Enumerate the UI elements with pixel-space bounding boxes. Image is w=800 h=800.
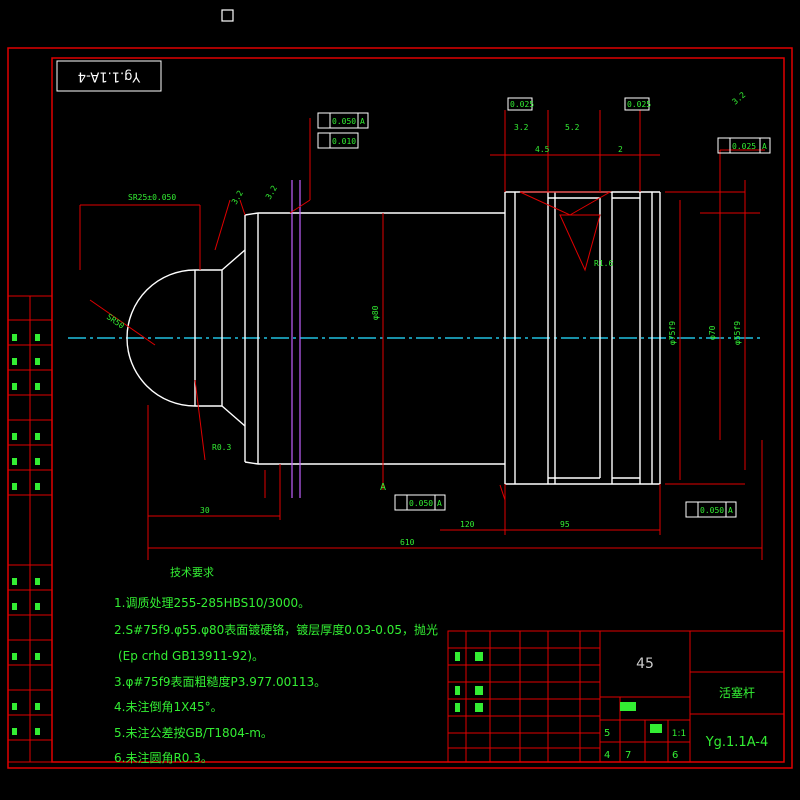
tech-line-1: 1.调质处理255-285HBS10/3000。 (114, 596, 310, 610)
title-block-marks (455, 652, 662, 733)
dim-right-dia-2: φ70 (708, 325, 717, 340)
tech-requirements-title: 技术要求 (170, 566, 214, 579)
corner-marker (221, 9, 234, 22)
rotated-code: Yg.1.1A-4 (78, 69, 142, 84)
gdt-frames (317, 97, 771, 518)
dim-overall-length: 610 (400, 538, 415, 547)
dim-chamfer: R0.3 (212, 443, 231, 452)
dim-groove-w1: 3.2 (514, 123, 529, 132)
dim-roughness-global: 3.2 (731, 90, 748, 106)
rotated-code-box: Yg.1.1A-4 (56, 60, 162, 92)
dimension-texts: SR25±0.050 SR50 610 30 95 120 φ80 R0.3 R… (105, 90, 748, 547)
left-side-table (7, 295, 53, 763)
fcf5-ref: A (762, 142, 767, 151)
dim-right-len: 120 (460, 520, 475, 529)
dim-roughness-1: 3.2 (230, 189, 245, 206)
datum-a: A (380, 482, 386, 493)
material: 45 (636, 656, 654, 672)
title-cell-total: 6 (672, 750, 678, 761)
dim-groove-b: 2 (618, 145, 623, 154)
cad-drawing: Yg.1.1A-4 0.050 A 0.010 0.050 A 0.050 A … (7, 9, 793, 769)
tech-line-3: (Ep crhd GB13911-92)。 (118, 649, 264, 663)
dimension-lines (79, 110, 765, 560)
title-cell-count: 5 (604, 728, 610, 739)
fcf5-value: 0.025 (732, 142, 756, 151)
fcf2-value: 0.010 (332, 137, 356, 146)
top-gdt-1: 0.025 (510, 100, 534, 109)
tech-line-7: 6.未注圆角R0.3。 (114, 750, 213, 765)
dim-sphere-radius: SR50 (105, 312, 126, 331)
title-cell-sheet: 4 (604, 750, 610, 761)
dim-groove-a: 4.5 (535, 145, 550, 154)
dim-shoulder: 30 (200, 506, 210, 515)
dim-end-chamfer: R1.6 (594, 259, 613, 268)
tech-requirements: 技术要求 1.调质处理255-285HBS10/3000。 2.S#75f9.φ… (114, 566, 438, 765)
dim-sphere-dia: SR25±0.050 (128, 193, 176, 202)
scale: 1:1 (672, 729, 686, 739)
fcf4-ref: A (728, 506, 733, 515)
tech-line-4: 3.φ#75f9表面粗糙度P3.977.00113。 (114, 674, 326, 689)
fcf3-value: 0.050 (409, 499, 433, 508)
section-cut-lines (291, 180, 301, 498)
part-name: 活塞杆 (719, 685, 755, 700)
dim-groove-len: 95 (560, 520, 570, 529)
fcf3-ref: A (437, 499, 442, 508)
dim-right-dia-3: φ55f9 (733, 321, 742, 345)
dim-right-dia-1: φ75f9 (668, 321, 677, 345)
drawing-number: Yg.1.1A-4 (705, 735, 769, 750)
tech-line-6: 5.未注公差按GB/T1804-m。 (114, 725, 273, 740)
fcf1-value: 0.050 (332, 117, 356, 126)
fcf4-value: 0.050 (700, 506, 724, 515)
left-side-table-marks (12, 334, 40, 735)
fcf1-ref: A (360, 117, 365, 126)
title-cell-unit: 7 (625, 750, 631, 761)
gdt-texts: 0.050 A 0.010 0.050 A 0.050 A 0.025 A 0.… (332, 100, 767, 515)
tech-line-5: 4.未注倒角1X45°。 (114, 699, 223, 714)
dim-roughness-2: 3.2 (264, 184, 279, 201)
dim-groove-w2: 5.2 (565, 123, 580, 132)
top-gdt-2: 0.025 (627, 100, 651, 109)
tech-line-2: 2.S#75f9.φ55.φ80表面镀硬铬，镀层厚度0.03-0.05，抛光 (114, 622, 438, 637)
dim-step-dia: φ80 (371, 305, 380, 320)
